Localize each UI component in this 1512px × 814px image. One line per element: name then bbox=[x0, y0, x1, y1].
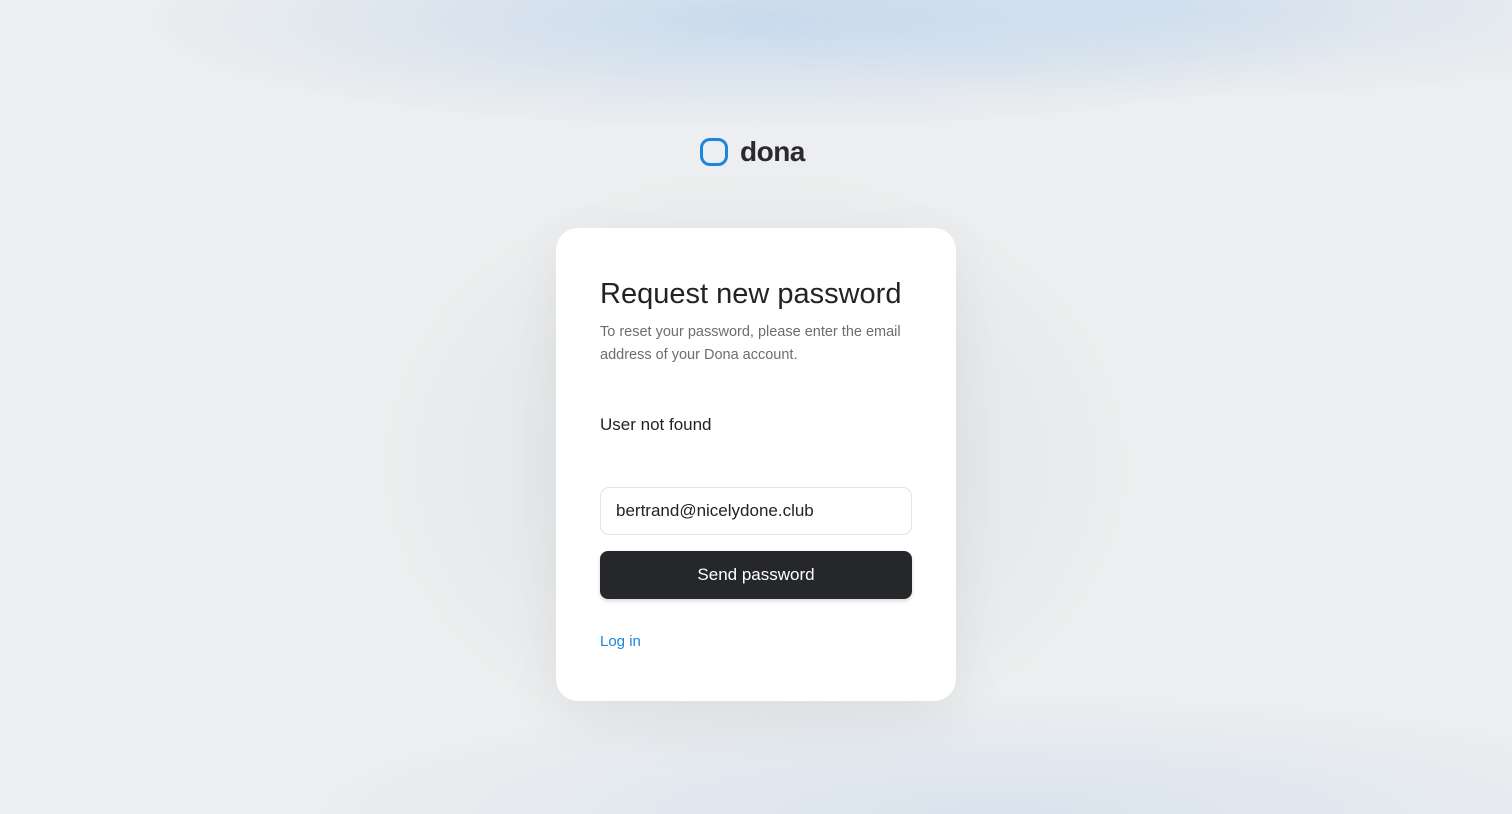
brand-name: dona bbox=[740, 136, 805, 167]
send-password-button[interactable]: Send password bbox=[600, 551, 912, 599]
brand-logo: dona bbox=[700, 134, 805, 170]
page-subtitle: To reset your password, please enter the… bbox=[600, 324, 901, 363]
login-link[interactable]: Log in bbox=[600, 633, 641, 650]
error-message: User not found bbox=[600, 415, 712, 434]
reset-password-card: Request new password To reset your passw… bbox=[556, 228, 956, 701]
dona-logo-icon bbox=[700, 138, 728, 166]
email-input[interactable] bbox=[600, 487, 912, 535]
page-title: Request new password bbox=[600, 278, 902, 310]
